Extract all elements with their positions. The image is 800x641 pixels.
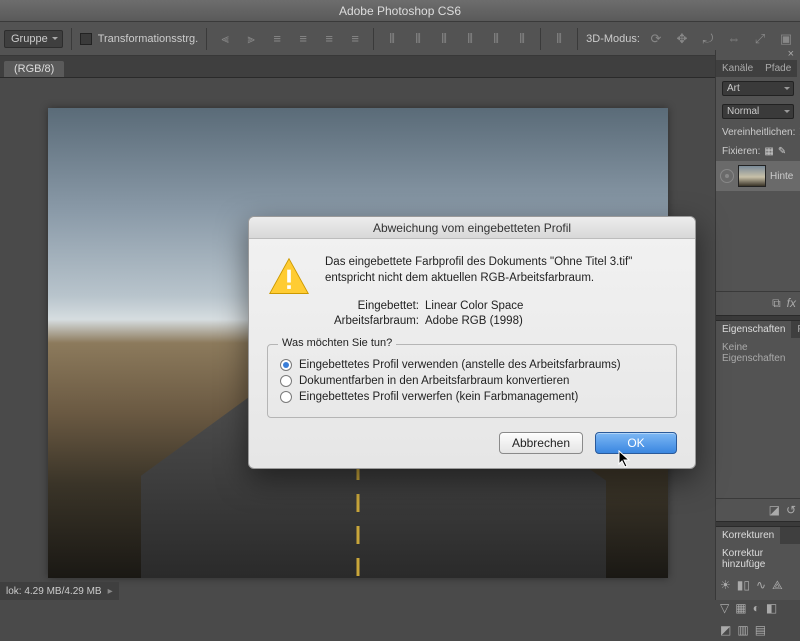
ok-button[interactable]: OK: [595, 432, 677, 454]
align-center-h-icon[interactable]: ⫸: [241, 29, 261, 49]
colorlookup-icon[interactable]: ▤: [755, 623, 766, 637]
transform-label: Transformationsstrg.: [98, 33, 198, 45]
mode3d-icon[interactable]: ⦀: [549, 29, 569, 49]
layers-panel-tabs: Kanäle Pfade Eb: [716, 60, 800, 77]
options-bar: Gruppe Transformationsstrg. ⫷ ⫸ ≡ ≡ ≡ ≡ …: [0, 22, 800, 56]
curves-icon[interactable]: ∿: [756, 578, 766, 593]
radio-label: Eingebettetes Profil verwenden (anstelle…: [299, 359, 621, 371]
rotate-icon[interactable]: ⤾: [698, 29, 718, 49]
align-right-icon[interactable]: ≡: [267, 29, 287, 49]
layer-name: Hinte: [770, 171, 793, 182]
separator: [71, 28, 72, 50]
tab-channels[interactable]: Kanäle: [716, 60, 759, 77]
panel-close-strip: ×: [716, 50, 800, 60]
lock-pixels-icon[interactable]: ▦: [764, 146, 773, 157]
align-center-v-icon[interactable]: ≡: [319, 29, 339, 49]
brightness-icon[interactable]: ☀: [720, 578, 731, 593]
dialog-title-text: Abweichung vom eingebetteten Profil: [373, 221, 571, 235]
status-text: lok: 4.29 MB/4.29 MB: [6, 586, 102, 597]
tab-pro[interactable]: Pro: [791, 321, 800, 338]
distribute-h-icon[interactable]: ⦀: [382, 29, 402, 49]
embedded-key: Eingebettet:: [325, 300, 425, 312]
tab-adjustments[interactable]: Korrekturen: [716, 527, 780, 544]
document-tabbar: (RGB/8): [0, 56, 800, 78]
fieldset-legend: Was möchten Sie tun?: [278, 337, 396, 349]
right-panels: × Kanäle Pfade Eb Art Normal Vereinheitl…: [715, 50, 800, 600]
bw-icon[interactable]: ◧: [766, 601, 777, 615]
separator: [540, 28, 541, 50]
tab-properties[interactable]: Eigenschaften: [716, 321, 791, 338]
reset-icon[interactable]: ↺: [786, 503, 796, 517]
document-tab[interactable]: (RGB/8): [4, 61, 64, 77]
action-fieldset: Was möchten Sie tun? Eingebettetes Profi…: [267, 344, 677, 418]
properties-empty-text: Keine Eigenschaften: [722, 342, 794, 364]
distribute-icon[interactable]: ⦀: [434, 29, 454, 49]
status-bar: lok: 4.29 MB/4.29 MB ▸: [0, 582, 119, 600]
colorbalance-icon[interactable]: ◐: [753, 601, 760, 615]
layer-row-background[interactable]: Hinte: [716, 161, 800, 191]
radio-use-embedded[interactable]: Eingebettetes Profil verwenden (anstelle…: [280, 359, 664, 371]
profile-mismatch-dialog: Abweichung vom eingebetteten Profil Das …: [248, 216, 696, 469]
distribute-icon[interactable]: ⦀: [486, 29, 506, 49]
cancel-button[interactable]: Abbrechen: [499, 432, 583, 454]
channelmixer-icon[interactable]: ▥: [737, 623, 748, 637]
tab-paths[interactable]: Pfade: [759, 60, 797, 77]
transform-checkbox[interactable]: [80, 33, 92, 45]
camera-icon[interactable]: ▣: [776, 29, 796, 49]
fx-icon[interactable]: fx: [787, 296, 796, 311]
embedded-value: Linear Color Space: [425, 300, 523, 312]
unify-label: Vereinheitlichen:: [722, 127, 795, 138]
blend-mode-dropdown[interactable]: Normal: [722, 104, 794, 119]
radio-convert[interactable]: Dokumentfarben in den Arbeitsfarbraum ko…: [280, 375, 664, 387]
app-titlebar: Adobe Photoshop CS6: [0, 0, 800, 22]
separator: [373, 28, 374, 50]
photofilter-icon[interactable]: ◩: [720, 623, 731, 637]
radio-discard[interactable]: Eingebettetes Profil verwerfen (kein Far…: [280, 391, 664, 403]
levels-icon[interactable]: ▮▯: [737, 578, 750, 593]
clip-icon[interactable]: ◪: [769, 503, 780, 517]
adjust-add-label: Korrektur hinzufüge: [722, 548, 794, 570]
distribute-icon[interactable]: ⦀: [512, 29, 532, 49]
dialog-message: Das eingebettete Farbprofil des Dokument…: [325, 255, 677, 286]
lock-label: Fixieren:: [722, 146, 760, 157]
lock-brush-icon[interactable]: ✎: [778, 146, 786, 157]
workspace-key: Arbeitsfarbraum:: [325, 315, 425, 327]
link-layers-icon[interactable]: ⧉: [772, 296, 781, 311]
radio-label: Eingebettetes Profil verwerfen (kein Far…: [299, 391, 578, 403]
radio-icon[interactable]: [280, 391, 292, 403]
layer-thumbnail: [738, 165, 766, 187]
close-icon[interactable]: ×: [788, 48, 794, 60]
status-chevron-icon[interactable]: ▸: [108, 586, 113, 597]
mode3d-label: 3D-Modus:: [586, 33, 640, 45]
separator: [577, 28, 578, 50]
separator: [206, 28, 207, 50]
radio-label: Dokumentfarben in den Arbeitsfarbraum ko…: [299, 375, 569, 387]
radio-icon[interactable]: [280, 375, 292, 387]
layer-kind-dropdown[interactable]: Art: [722, 81, 794, 96]
align-top-icon[interactable]: ≡: [293, 29, 313, 49]
dialog-titlebar: Abweichung vom eingebetteten Profil: [249, 217, 695, 239]
distribute-icon[interactable]: ⦀: [460, 29, 480, 49]
vibrance-icon[interactable]: ▽: [720, 601, 729, 615]
orbit-icon[interactable]: ⟳: [646, 29, 666, 49]
scale-icon[interactable]: ⤢: [750, 29, 770, 49]
align-bottom-icon[interactable]: ≡: [345, 29, 365, 49]
hue-icon[interactable]: ▦: [735, 601, 746, 615]
distribute-v-icon[interactable]: ⦀: [408, 29, 428, 49]
adjustments-panel-tabs: Korrekturen: [716, 527, 800, 544]
group-dropdown[interactable]: Gruppe: [4, 30, 63, 48]
workspace-value: Adobe RGB (1998): [425, 315, 523, 327]
app-title: Adobe Photoshop CS6: [339, 4, 461, 18]
radio-icon[interactable]: [280, 359, 292, 371]
slide-icon[interactable]: ⇔: [724, 29, 744, 49]
visibility-eye-icon[interactable]: [720, 169, 734, 183]
exposure-icon[interactable]: ⟁: [772, 578, 783, 593]
properties-panel-tabs: Eigenschaften Pro: [716, 321, 800, 338]
align-left-icon[interactable]: ⫷: [215, 29, 235, 49]
pan-icon[interactable]: ✥: [672, 29, 692, 49]
warning-triangle-icon: [267, 255, 311, 299]
